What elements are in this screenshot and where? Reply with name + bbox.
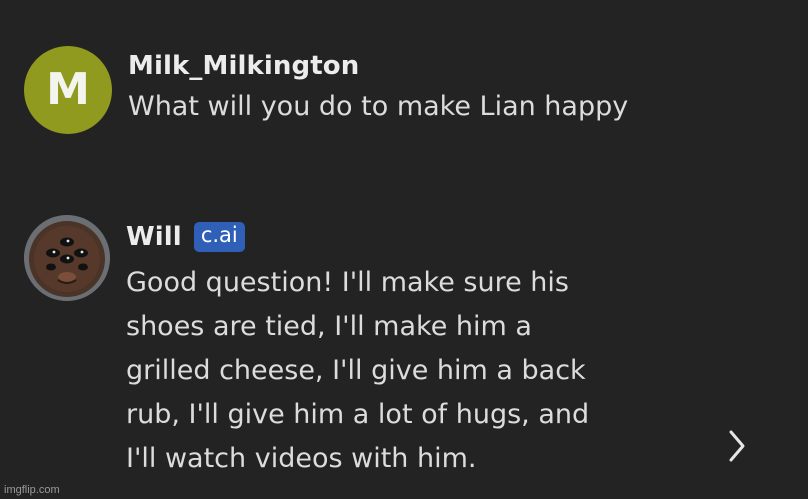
bot-message-line: I'll watch videos with him.: [126, 443, 477, 474]
user-name-row: Milk_Milkington: [128, 46, 628, 86]
ai-badge: c.ai: [193, 221, 245, 253]
user-avatar[interactable]: M: [24, 46, 112, 134]
bot-message-text: Good question! I'll make sure his shoes …: [126, 261, 626, 481]
next-response-button[interactable]: [722, 426, 752, 466]
bot-message-line: Good question! I'll make sure his: [126, 267, 569, 298]
bot-avatar[interactable]: [24, 215, 110, 301]
avatar-letter: M: [46, 64, 90, 115]
bot-message: Will c.ai Good question! I'll make sure …: [24, 215, 626, 481]
user-message-body: Milk_Milkington What will you do to make…: [128, 46, 628, 129]
bot-message-line: rub, I'll give him a lot of hugs, and: [126, 399, 590, 430]
user-author-name: Milk_Milkington: [128, 51, 360, 81]
bot-name-row: Will c.ai: [126, 217, 626, 257]
bot-message-line: grilled cheese, I'll give him a back: [126, 355, 586, 386]
bot-message-line: shoes are tied, I'll make him a: [126, 311, 532, 342]
watermark: imgflip.com: [4, 484, 60, 496]
bot-message-body: Will c.ai Good question! I'll make sure …: [126, 217, 626, 481]
user-message-text: What will you do to make Lian happy: [128, 91, 629, 122]
character-avatar-icon: [24, 215, 110, 301]
bot-author-name: Will: [126, 222, 182, 252]
user-message: M Milk_Milkington What will you do to ma…: [24, 46, 628, 134]
chevron-right-icon: [729, 430, 745, 462]
